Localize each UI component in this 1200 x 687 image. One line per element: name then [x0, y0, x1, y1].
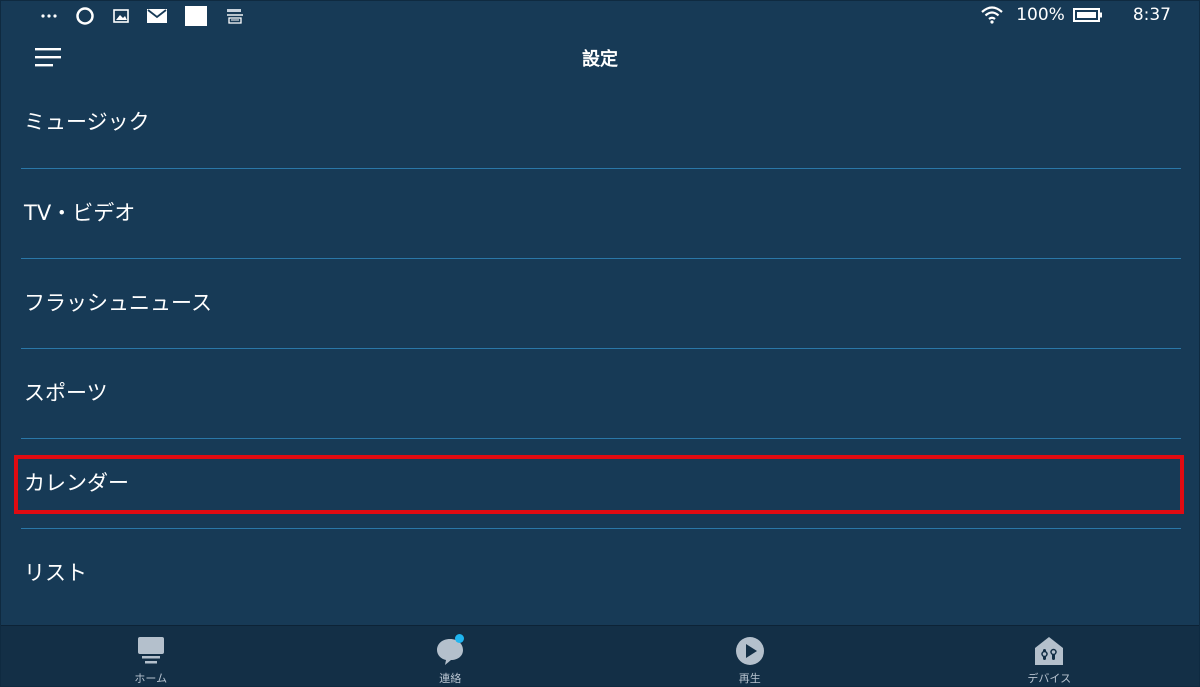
settings-item-label: カレンダー [24, 470, 129, 495]
settings-item-flash-news[interactable]: フラッシュニュース [21, 259, 1181, 349]
settings-item-label: リスト [24, 561, 87, 585]
settings-item-calendar[interactable]: カレンダー [21, 439, 1181, 529]
settings-item-label: ミュージック [24, 109, 150, 134]
settings-item-label: フラッシュニュース [24, 290, 212, 315]
nav-label-home: ホーム [134, 672, 168, 685]
chat-bubble-icon [434, 634, 466, 666]
status-bar: 100% 8:37 [1, 1, 1199, 31]
settings-item-tv-video[interactable]: TV・ビデオ [21, 169, 1181, 259]
image-icon [113, 9, 129, 23]
nav-label-communicate: 連絡 [439, 672, 462, 685]
nav-label-devices: デバイス [1027, 672, 1072, 685]
play-icon [734, 636, 766, 666]
battery-icon [1072, 7, 1103, 23]
settings-list: ミュージック TV・ビデオ フラッシュニュース スポーツ カレンダー リスト [21, 77, 1181, 619]
settings-item-sports[interactable]: スポーツ [21, 349, 1181, 439]
system-status: 100% 8:37 [980, 5, 1171, 25]
nav-play[interactable]: 再生 [600, 626, 900, 686]
settings-item-list[interactable]: リスト [21, 529, 1181, 619]
battery-percent: 100% [1016, 5, 1065, 25]
settings-item-music[interactable]: ミュージック [21, 77, 1181, 169]
clock: 8:37 [1132, 5, 1171, 25]
nav-home[interactable]: ホーム [1, 626, 301, 686]
home-icon [135, 636, 167, 666]
app-screen: 100% 8:37 設定 ミュージック TV・ビデオ フラッシュニュース スポー… [0, 0, 1200, 687]
more-dots-icon [41, 13, 57, 19]
nav-label-play: 再生 [738, 672, 761, 685]
home-devices-icon [1033, 636, 1065, 666]
nav-communicate[interactable]: 連絡 [301, 626, 601, 686]
nav-devices[interactable]: デバイス [900, 626, 1200, 686]
amazon-store-icon [225, 7, 245, 25]
bottom-nav: ホーム 連絡 再生 デバイス [1, 625, 1199, 686]
mail-icon [147, 9, 167, 23]
wifi-icon [980, 6, 1004, 24]
notification-icons [41, 6, 245, 26]
square-icon [185, 6, 207, 26]
settings-item-label: スポーツ [24, 380, 108, 405]
page-title: 設定 [582, 49, 618, 70]
alexa-ring-icon [75, 6, 95, 26]
settings-item-label: TV・ビデオ [24, 200, 136, 225]
